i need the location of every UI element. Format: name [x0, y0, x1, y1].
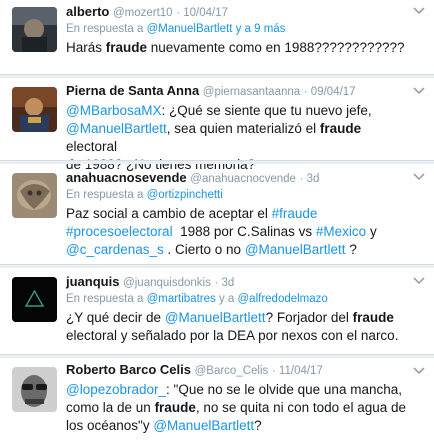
tweet-header: juanquis @juanquisdonkis · 3d: [66, 274, 414, 291]
text-segment: ? Forjador del: [265, 310, 353, 325]
text-segment: electoral y señalado por la DEA por nexo…: [66, 328, 399, 343]
triangle-logo-icon: [12, 277, 57, 322]
mention-link[interactable]: @c_cardenas_s: [66, 242, 164, 257]
reply-mention[interactable]: @alfredodelmazo: [238, 293, 328, 305]
reply-context: En respuesta a @ManuelBartlett y a 9 más: [66, 22, 414, 37]
avatar-image: [12, 367, 57, 412]
tweet-date[interactable]: · 11/04/17: [272, 365, 323, 377]
tweet-header: alberto @mozert10 · 10/04/17: [66, 4, 414, 21]
keyword-highlight: fraude: [154, 400, 196, 415]
author-handle[interactable]: @piernasantaanna: [203, 86, 300, 98]
mention-link[interactable]: @ManuelBartlett: [66, 121, 167, 136]
author-name[interactable]: Roberto Barco Celis: [66, 362, 191, 377]
hashtag-link[interactable]: #procesoelectoral: [66, 224, 173, 239]
text-segment: y: [366, 224, 377, 239]
reply-prefix: En respuesta a: [66, 23, 147, 35]
chevron-down-icon[interactable]: [413, 367, 425, 375]
text-segment: los océanos"y: [66, 418, 154, 433]
text-segment: nuevamente como en 1988????????????: [147, 40, 405, 55]
tweet-date[interactable]: · 10/04/17: [176, 7, 228, 19]
tweet-header: Roberto Barco Celis @Barco_Celis · 11/04…: [66, 362, 414, 379]
avatar[interactable]: [12, 87, 57, 132]
avatar-image: [12, 7, 57, 52]
reply-mention[interactable]: @ortizpinchetti: [147, 189, 223, 201]
tweet-header: Pierna de Santa Anna @piernasantaanna · …: [66, 83, 414, 100]
keyword-highlight: fraude: [352, 310, 394, 325]
tweet-body: alberto @mozert10 · 10/04/17 En respuest…: [66, 4, 414, 57]
reply-prefix: En respuesta a: [66, 293, 147, 305]
avatar[interactable]: [12, 367, 57, 412]
tweet-date[interactable]: · 3d: [214, 277, 234, 289]
tweet-feed: alberto @mozert10 · 10/04/17 En respuest…: [0, 0, 434, 442]
separator: [0, 354, 434, 358]
chevron-down-icon[interactable]: [413, 87, 425, 95]
separator: [0, 264, 434, 268]
tweet-text: ¿Y qué decir de @ManuelBartlett? Forjado…: [66, 309, 414, 345]
keyword-highlight: fraude: [105, 40, 148, 55]
author-handle[interactable]: @anahuacnocvende: [190, 173, 296, 185]
author-name[interactable]: alberto: [66, 4, 109, 19]
hashtag-link[interactable]: #fraude: [272, 206, 318, 221]
chevron-down-icon[interactable]: [413, 173, 425, 181]
tweet-pierna-de-santa-anna[interactable]: Pierna de Santa Anna @piernasantaanna · …: [0, 80, 434, 172]
mention-link[interactable]: @ManuelBartlett: [165, 310, 266, 325]
mention-link[interactable]: @ManuelBartlett: [245, 242, 346, 257]
author-name[interactable]: Pierna de Santa Anna: [66, 83, 199, 98]
keyword-highlight: fraude: [319, 121, 362, 136]
reply-context: En respuesta a @ortizpinchetti: [66, 188, 414, 203]
text-segment: , sea quien materializó el: [166, 121, 320, 136]
tweet-date[interactable]: · 09/04/17: [304, 86, 356, 98]
tweet-body: juanquis @juanquisdonkis · 3d En respues…: [66, 274, 414, 345]
text-segment: ¿Y qué decir de: [66, 310, 165, 325]
text-segment: ?: [345, 242, 357, 257]
author-name[interactable]: anahuacnosevende: [66, 170, 187, 185]
author-handle[interactable]: @juanquisdonkis: [123, 277, 211, 289]
text-segment: ?: [254, 418, 262, 433]
text-segment: , no se quita ni con todo el agua de: [195, 400, 406, 415]
avatar-image: [12, 173, 57, 218]
avatar-image: [12, 87, 57, 132]
mention-link[interactable]: @ManuelBartlett: [153, 418, 254, 433]
text-segment: Harás: [66, 40, 106, 55]
mention-link[interactable]: @MBarbosaMX: [66, 103, 161, 118]
text-segment: Paz social a cambio de aceptar el: [66, 206, 272, 221]
separator: [0, 160, 434, 164]
reply-mention[interactable]: @ManuelBartlett: [147, 23, 233, 35]
tweet-alberto[interactable]: alberto @mozert10 · 10/04/17 En respuest…: [0, 0, 434, 64]
tweet-body: Roberto Barco Celis @Barco_Celis · 11/04…: [66, 362, 414, 435]
text-segment: : "Que no se le olvide que una mancha,: [166, 382, 402, 397]
text-segment: . Cierto o no: [163, 242, 245, 257]
avatar[interactable]: [12, 173, 57, 218]
tweet-text: Harás fraude nuevamente como en 1988????…: [66, 39, 414, 57]
text-segment: 1988 por C.Salinas vs: [172, 224, 316, 239]
reply-mention[interactable]: @martibatres: [147, 293, 216, 305]
author-handle[interactable]: @mozert10: [113, 7, 173, 19]
author-name[interactable]: juanquis: [66, 274, 119, 289]
text-segment: electoral: [66, 139, 118, 154]
avatar[interactable]: [12, 7, 57, 52]
tweet-date[interactable]: · 3d: [300, 173, 320, 185]
chevron-down-icon[interactable]: [413, 277, 425, 285]
tweet-header: anahuacnosevende @anahuacnocvende · 3d: [66, 170, 414, 187]
text-segment: : ¿Qué se siente que tu nuevo jefe,: [161, 103, 372, 118]
tweet-roberto-barco-celis[interactable]: Roberto Barco Celis @Barco_Celis · 11/04…: [0, 360, 434, 442]
reply-prefix: En respuesta a: [66, 189, 147, 201]
avatar[interactable]: [12, 277, 57, 322]
chevron-down-icon[interactable]: [413, 7, 425, 15]
tweet-text: Paz social a cambio de aceptar el #fraud…: [66, 205, 414, 259]
author-handle[interactable]: @Barco_Celis: [195, 365, 269, 377]
reply-context: En respuesta a @martibatres y a @alfredo…: [66, 292, 414, 307]
reply-joiner: y a: [215, 293, 238, 305]
mention-link[interactable]: @lopezobrador_: [66, 382, 166, 397]
hashtag-link[interactable]: #Mexico: [316, 224, 366, 239]
text-segment: como la de un: [66, 400, 155, 415]
tweet-anahuacnosevende[interactable]: anahuacnosevende @anahuacnocvende · 3d E…: [0, 166, 434, 262]
tweet-juanquis[interactable]: juanquis @juanquisdonkis · 3d En respues…: [0, 270, 434, 350]
tweet-text: @lopezobrador_: "Que no se le olvide que…: [66, 381, 414, 435]
reply-more[interactable]: y a 9 más: [232, 23, 286, 35]
tweet-body: anahuacnosevende @anahuacnocvende · 3d E…: [66, 170, 414, 259]
separator: [0, 74, 434, 78]
